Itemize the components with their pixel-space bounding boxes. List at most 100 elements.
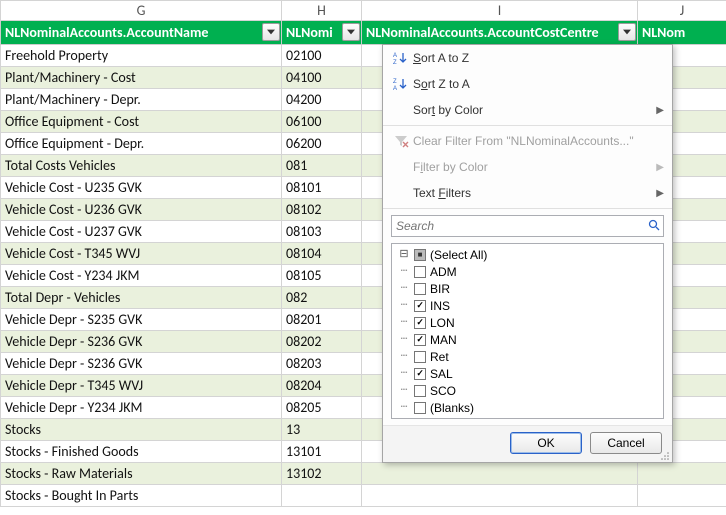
cell[interactable]: 06100 [282, 111, 362, 133]
cell[interactable]: Vehicle Cost - Y234 JKM [1, 265, 282, 287]
cell[interactable]: Vehicle Depr - S236 GVK [1, 353, 282, 375]
cell[interactable]: 08103 [282, 221, 362, 243]
search-icon [648, 219, 660, 234]
filter-dropdown-button[interactable] [262, 23, 280, 41]
checkbox[interactable] [414, 402, 426, 414]
cell[interactable]: 08104 [282, 243, 362, 265]
cell[interactable] [638, 485, 726, 507]
checkbox[interactable] [414, 368, 426, 380]
filter-check-item[interactable]: ⊟(Select All) [394, 246, 661, 263]
cell[interactable]: Vehicle Cost - U235 GVK [1, 177, 282, 199]
header-cost-centre[interactable]: NLNominalAccounts.AccountCostCentre [362, 21, 638, 45]
cell[interactable]: Total Depr - Vehicles [1, 287, 282, 309]
cell[interactable]: 06200 [282, 133, 362, 155]
menu-sort-by-color[interactable]: Sort by Color ▶ [383, 97, 672, 123]
filter-dropdown-button[interactable] [342, 23, 360, 41]
cell[interactable]: 04200 [282, 89, 362, 111]
cell[interactable]: Plant/Machinery - Depr. [1, 89, 282, 111]
filter-dropdown-button[interactable] [618, 23, 636, 41]
filter-check-item[interactable]: ┈ADM [394, 263, 661, 280]
checkbox[interactable] [414, 266, 426, 278]
filter-check-item[interactable]: ┈INS [394, 297, 661, 314]
cell[interactable]: Office Equipment - Depr. [1, 133, 282, 155]
cell[interactable]: Vehicle Depr - T345 WVJ [1, 375, 282, 397]
cell[interactable]: Freehold Property [1, 45, 282, 67]
col-letter-j[interactable]: J [638, 1, 726, 21]
cell[interactable]: 04100 [282, 67, 362, 89]
checkbox[interactable] [414, 385, 426, 397]
cell[interactable]: Total Costs Vehicles [1, 155, 282, 177]
filter-check-item[interactable]: ┈Ret [394, 348, 661, 365]
cell[interactable]: 08101 [282, 177, 362, 199]
menu-sort-za[interactable]: ZA Sort Z to A [383, 71, 672, 97]
table-row[interactable]: Stocks - Raw Materials13102 [1, 463, 726, 485]
cell[interactable]: Vehicle Depr - Y234 JKM [1, 397, 282, 419]
filter-check-item[interactable]: ┈ SCO [394, 382, 661, 399]
filter-check-item[interactable]: ┈MAN [394, 331, 661, 348]
sort-za-icon: ZA [389, 76, 413, 92]
col-letter-h[interactable]: H [282, 1, 362, 21]
tree-branch-icon: ┈ [398, 402, 410, 413]
cell[interactable] [362, 485, 638, 507]
checkbox[interactable] [414, 283, 426, 295]
filter-check-item[interactable]: ┈BIR [394, 280, 661, 297]
cell[interactable]: 082 [282, 287, 362, 309]
cell[interactable]: 08203 [282, 353, 362, 375]
menu-sort-az[interactable]: AZ Sort A to Z [383, 45, 672, 71]
cell[interactable]: 13102 [282, 463, 362, 485]
cell[interactable]: Vehicle Cost - U236 GVK [1, 199, 282, 221]
cell[interactable]: 081 [282, 155, 362, 177]
filter-checklist[interactable]: ⊟(Select All)┈ADM┈BIR┈INS┈LON┈MAN┈Ret┈SA… [391, 243, 664, 419]
cell[interactable] [282, 485, 362, 507]
col-letter-g[interactable]: G [1, 1, 282, 21]
resize-grip-icon[interactable] [660, 450, 670, 460]
table-header-row: NLNominalAccounts.AccountName NLNomi NLN… [1, 21, 726, 45]
cell[interactable]: Stocks - Finished Goods [1, 441, 282, 463]
cell[interactable]: 08102 [282, 199, 362, 221]
filter-search-wrap [383, 211, 672, 241]
cell[interactable] [362, 463, 638, 485]
tree-branch-icon: ┈ [398, 317, 410, 328]
table-row[interactable]: Stocks - Bought In Parts [1, 485, 726, 507]
checkbox[interactable] [414, 300, 426, 312]
cell[interactable]: 13 [282, 419, 362, 441]
cell[interactable]: 08205 [282, 397, 362, 419]
cell[interactable]: Stocks - Bought In Parts [1, 485, 282, 507]
filter-search-input[interactable] [391, 215, 664, 237]
cell[interactable]: Vehicle Depr - S235 GVK [1, 309, 282, 331]
checkbox[interactable] [414, 334, 426, 346]
checkbox[interactable] [414, 317, 426, 329]
header-label: NLNom [642, 24, 685, 41]
cell[interactable]: 08204 [282, 375, 362, 397]
col-letter-i[interactable]: I [362, 1, 638, 21]
cell[interactable]: 02100 [282, 45, 362, 67]
cell[interactable]: Vehicle Cost - U237 GVK [1, 221, 282, 243]
cell[interactable]: Vehicle Cost - T345 WVJ [1, 243, 282, 265]
menu-text-filters[interactable]: Text Filters ▶ [383, 180, 672, 206]
cell[interactable]: Office Equipment - Cost [1, 111, 282, 133]
cell[interactable]: Vehicle Depr - S236 GVK [1, 331, 282, 353]
header-account-name[interactable]: NLNominalAccounts.AccountName [1, 21, 282, 45]
filter-check-item[interactable]: ┈SAL [394, 365, 661, 382]
cell[interactable] [638, 463, 726, 485]
header-h[interactable]: NLNomi [282, 21, 362, 45]
filter-check-item[interactable]: ┈LON [394, 314, 661, 331]
ok-button[interactable]: OK [510, 432, 582, 454]
header-j[interactable]: NLNom [638, 21, 726, 45]
cell[interactable]: 08201 [282, 309, 362, 331]
cell[interactable]: Plant/Machinery - Cost [1, 67, 282, 89]
tree-branch-icon: ┈ [398, 385, 410, 396]
checkbox[interactable] [414, 351, 426, 363]
cell[interactable]: 08202 [282, 331, 362, 353]
cell[interactable]: Stocks - Raw Materials [1, 463, 282, 485]
cell[interactable]: 13101 [282, 441, 362, 463]
check-label: SCO [430, 384, 456, 398]
filter-check-item[interactable]: ┈(Blanks) [394, 399, 661, 416]
check-label: Ret [430, 350, 449, 364]
cell[interactable]: 08105 [282, 265, 362, 287]
cancel-button[interactable]: Cancel [590, 432, 662, 454]
checkbox[interactable] [414, 249, 426, 261]
cell[interactable]: Stocks [1, 419, 282, 441]
submenu-arrow-icon: ▶ [656, 188, 664, 199]
menu-label: Filter by Color [413, 160, 656, 174]
